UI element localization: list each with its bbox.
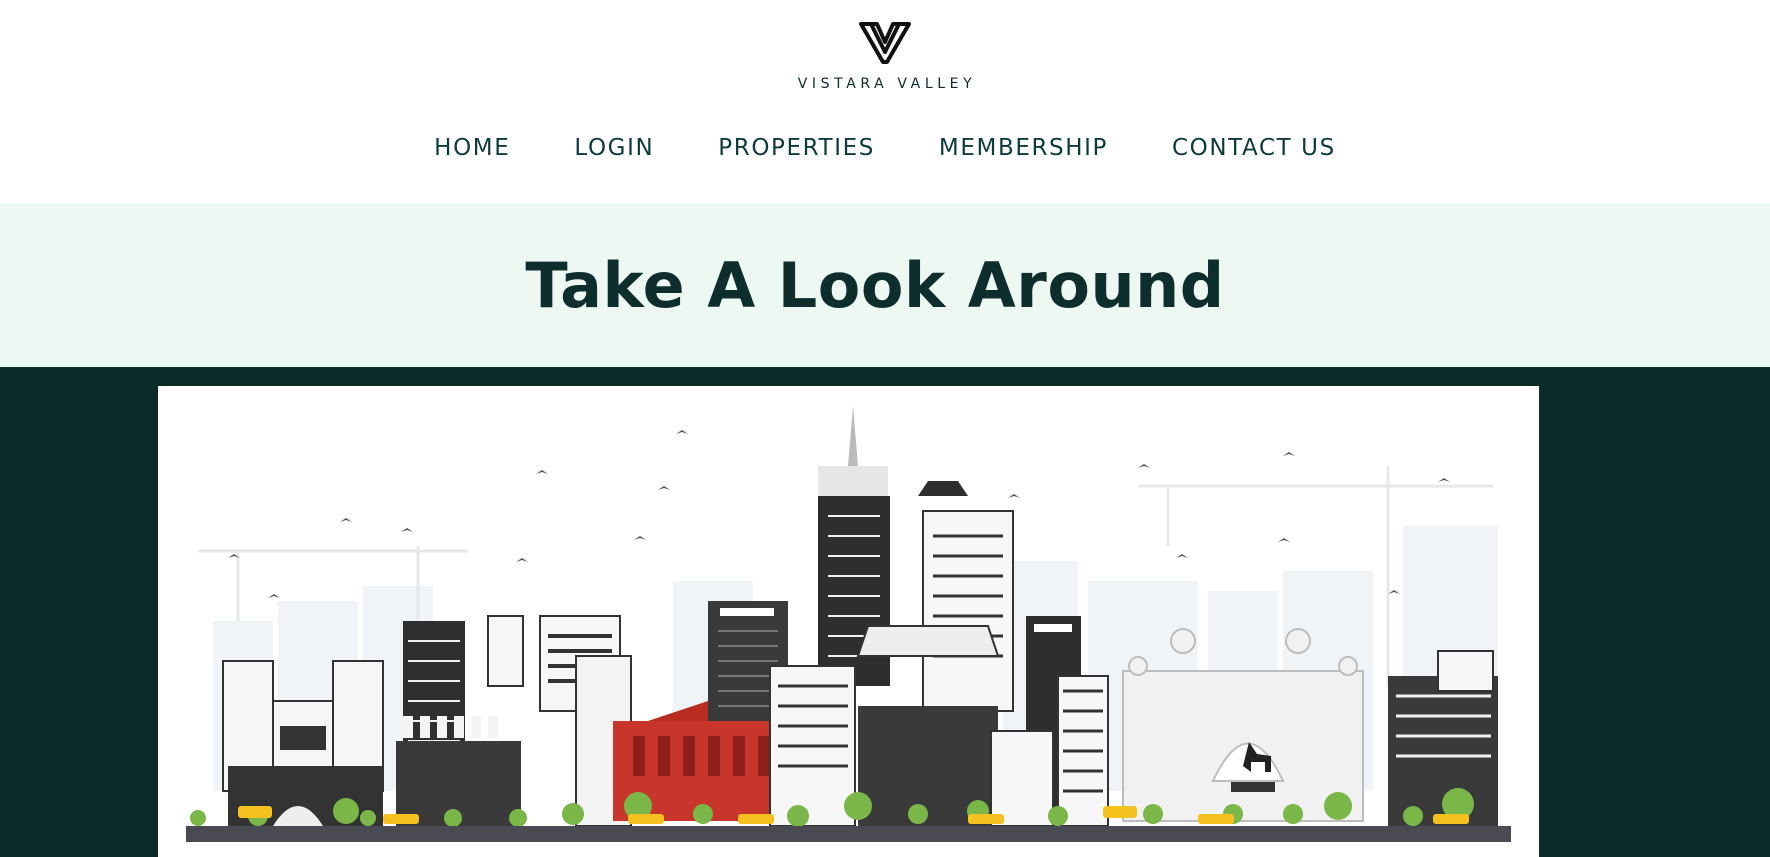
nav-login[interactable]: LOGIN bbox=[574, 133, 654, 163]
nav-membership[interactable]: MEMBERSHIP bbox=[939, 133, 1108, 163]
city-skyline-illustration bbox=[186, 406, 1511, 842]
v-monogram-icon bbox=[859, 22, 911, 64]
nav-contact-us[interactable]: CONTACT US bbox=[1172, 133, 1336, 163]
nav-properties[interactable]: PROPERTIES bbox=[718, 133, 875, 163]
logo[interactable]: VISTARA VALLEY bbox=[0, 20, 1770, 92]
gallery-image-frame bbox=[158, 386, 1539, 857]
gallery-section bbox=[0, 367, 1770, 857]
brand-name: VISTARA VALLEY bbox=[797, 76, 977, 92]
main-nav: HOME LOGIN PROPERTIES MEMBERSHIP CONTACT… bbox=[0, 133, 1770, 163]
nav-home[interactable]: HOME bbox=[434, 133, 510, 163]
site-header: VISTARA VALLEY HOME LOGIN PROPERTIES MEM… bbox=[0, 0, 1770, 203]
hero-banner: Take A Look Around bbox=[0, 203, 1770, 367]
page-title: Take A Look Around bbox=[525, 248, 1225, 322]
